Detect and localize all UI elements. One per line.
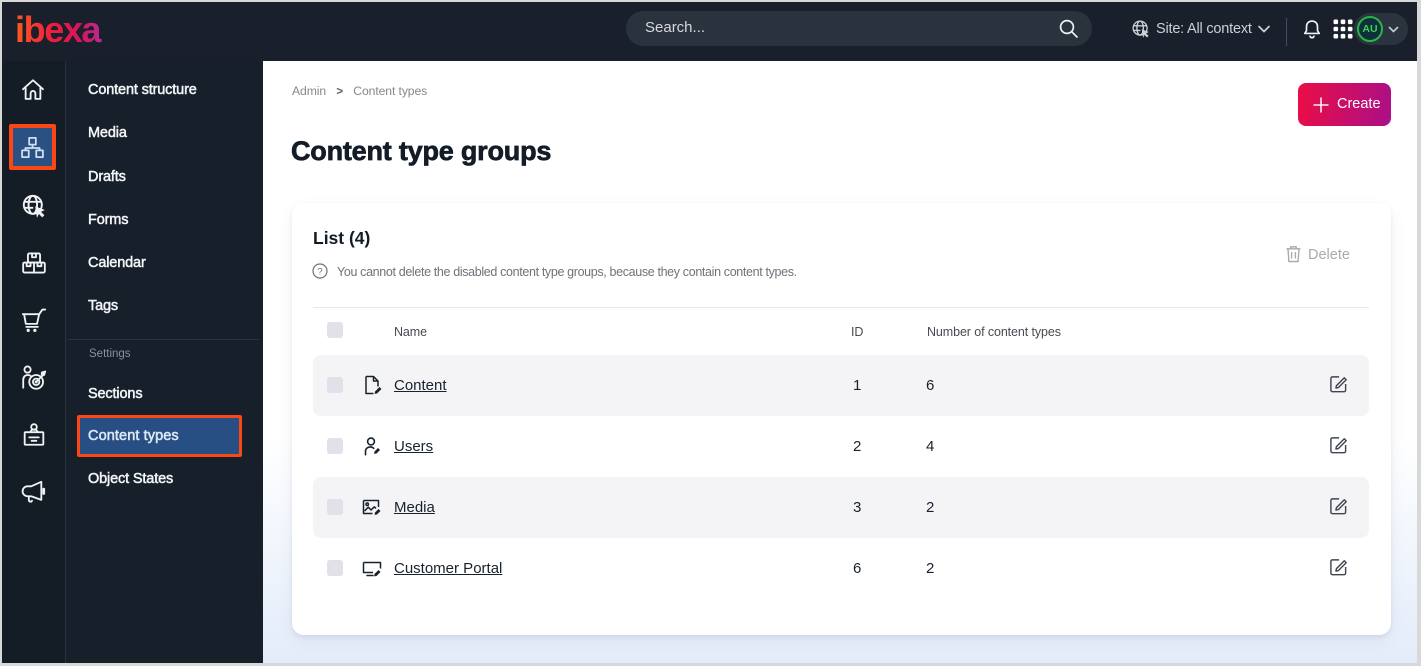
svg-text:?: ? [317, 266, 322, 277]
svg-text:ibexa: ibexa [15, 12, 102, 48]
